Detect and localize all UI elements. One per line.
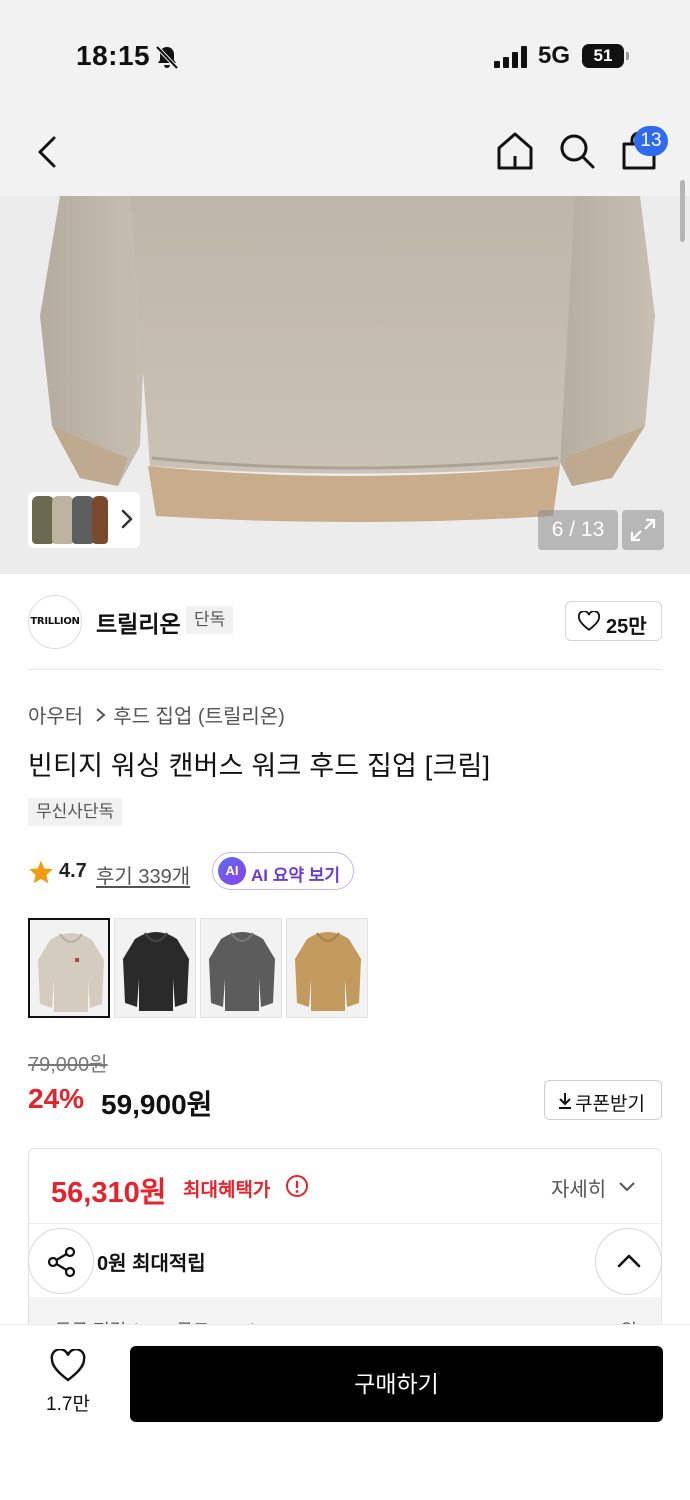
status-time: 18:15 xyxy=(76,40,151,71)
discount-rate: 24% xyxy=(28,1083,85,1114)
chevron-right-icon xyxy=(121,509,133,529)
cart-count-badge: 13 xyxy=(634,126,668,156)
thumb-olive xyxy=(32,496,54,544)
thumb-gray xyxy=(72,496,94,544)
musinsa-exclusive-tag: 무신사단독 xyxy=(28,798,123,826)
bottom-action-bar: 1.7만 구매하기 xyxy=(0,1324,690,1500)
product-image-gallery[interactable]: 6 / 13 xyxy=(0,196,690,574)
color-thumbnail-strip[interactable] xyxy=(28,492,140,548)
star-icon xyxy=(29,860,53,884)
home-icon[interactable] xyxy=(492,128,538,174)
sale-price: 59,900원 xyxy=(101,1089,213,1120)
wish-count: 1.7만 xyxy=(46,1394,90,1415)
back-icon[interactable] xyxy=(28,130,68,174)
bell-off-icon xyxy=(155,45,179,70)
color-option-charcoal[interactable] xyxy=(200,918,282,1018)
benefit-detail-toggle[interactable]: 자세히 xyxy=(551,1173,606,1202)
info-icon[interactable] xyxy=(285,1174,309,1198)
hoodie-thumbnail xyxy=(295,932,361,1011)
thumb-brown xyxy=(92,496,108,544)
status-bar: 18:15 5G 51 xyxy=(0,0,690,110)
coupon-download-button[interactable]: 쿠폰받기 xyxy=(544,1080,662,1120)
heart-icon[interactable] xyxy=(50,1349,86,1383)
scrollbar-thumb[interactable] xyxy=(680,180,685,242)
download-icon xyxy=(559,1093,571,1109)
share-button[interactable] xyxy=(28,1228,94,1294)
expand-image-button[interactable] xyxy=(622,510,664,550)
battery-level: 51 xyxy=(582,44,624,68)
scroll-to-top-button[interactable] xyxy=(595,1228,662,1295)
breadcrumb-category[interactable]: 아우터 xyxy=(28,700,83,729)
ai-summary-button[interactable]: AI AI 요약 보기 xyxy=(212,852,354,890)
divider xyxy=(28,669,662,670)
brand-logo[interactable]: TRILLION xyxy=(28,595,82,649)
chevron-right-icon xyxy=(96,707,106,722)
heart-icon xyxy=(578,611,600,631)
network-type: 5G xyxy=(538,42,571,69)
review-count-link[interactable]: 후기 339개 xyxy=(96,860,190,889)
hoodie-thumbnail xyxy=(123,932,189,1011)
max-benefit-label: 최대혜택가 xyxy=(183,1180,271,1201)
product-title: 빈티지 워싱 캔버스 워크 후드 집업 [크림] xyxy=(28,751,491,781)
nav-bar: 13 xyxy=(0,110,690,196)
search-icon[interactable] xyxy=(554,128,600,174)
coupon-label: 쿠폰받기 xyxy=(575,1094,645,1115)
color-option-black[interactable] xyxy=(114,918,196,1018)
ai-summary-label: AI 요약 보기 xyxy=(251,866,341,885)
divider xyxy=(29,1223,661,1224)
max-points-label: 0원 최대적립 xyxy=(97,1253,206,1275)
brand-name[interactable]: 트릴리온 xyxy=(96,605,181,639)
color-option-camel[interactable] xyxy=(286,918,368,1018)
buy-button[interactable]: 구매하기 xyxy=(130,1346,663,1422)
color-option-cream[interactable] xyxy=(28,918,110,1018)
hoodie-thumbnail xyxy=(209,932,275,1011)
expand-icon xyxy=(630,518,656,542)
rating-value: 4.7 xyxy=(59,860,87,882)
brand-exclusive-tag: 단독 xyxy=(186,606,234,634)
thumb-cream xyxy=(52,496,74,544)
breadcrumb-subcategory[interactable]: 후드 집업 (트릴리온) xyxy=(113,700,285,729)
image-counter: 6 / 13 xyxy=(538,510,618,550)
breadcrumb: 아우터 후드 집업 (트릴리온) xyxy=(28,700,285,729)
ai-badge-icon: AI xyxy=(218,857,246,885)
brand-like-button[interactable]: 25만 xyxy=(565,601,662,641)
battery-icon: 51 xyxy=(582,44,630,68)
original-price: 79,000원 xyxy=(28,1054,108,1076)
chevron-up-icon xyxy=(617,1254,641,1268)
brand-like-count: 25만 xyxy=(606,616,647,638)
share-icon xyxy=(47,1246,76,1278)
hoodie-thumbnail xyxy=(38,933,104,1012)
max-benefit-price: 56,310원 xyxy=(51,1177,167,1209)
signal-icon xyxy=(494,46,527,68)
chevron-down-icon[interactable] xyxy=(617,1179,637,1195)
